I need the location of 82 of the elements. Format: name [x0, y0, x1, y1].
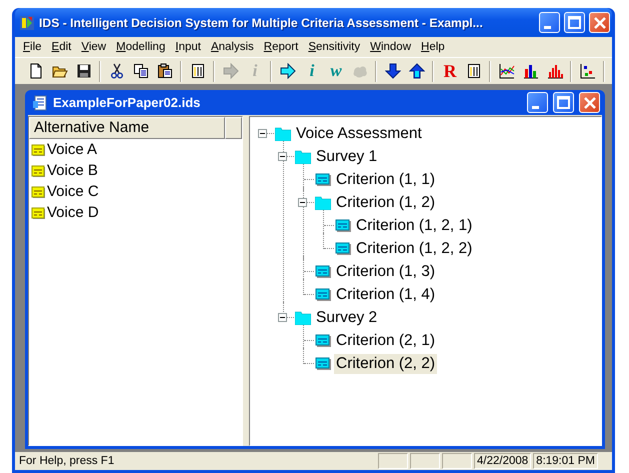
- folder-icon: [315, 195, 331, 210]
- toolbar-button[interactable]: R: [438, 60, 462, 82]
- folder-icon: [275, 126, 291, 141]
- document-title: ExampleForPaper02.ids: [53, 95, 202, 110]
- app-icon: [19, 14, 35, 30]
- menu-item[interactable]: Window: [365, 39, 416, 55]
- criterion-icon: [315, 172, 331, 187]
- tree-item[interactable]: Criterion (2, 1): [334, 330, 438, 350]
- scatter-plot-icon: [580, 63, 596, 79]
- collapse-toggle[interactable]: [278, 152, 287, 161]
- maximize-button[interactable]: [553, 92, 574, 113]
- tree-item[interactable]: Survey 2: [314, 308, 380, 328]
- clipboard-icon: [157, 63, 173, 79]
- menu-item[interactable]: File: [18, 39, 47, 55]
- folder-icon: [295, 310, 311, 325]
- copy-icon: [133, 63, 149, 79]
- arrow-down-icon: [385, 63, 401, 79]
- criterion-icon: [315, 287, 331, 302]
- minimize-button[interactable]: [539, 12, 560, 33]
- tree-item[interactable]: Survey 1: [314, 146, 380, 166]
- close-icon: [584, 96, 596, 108]
- menu-item[interactable]: Help: [416, 39, 450, 55]
- alternative-name[interactable]: Voice C: [47, 183, 99, 200]
- tree-item[interactable]: Criterion (1, 2, 1): [354, 216, 474, 236]
- criterion-icon: [315, 264, 331, 279]
- bar-chart-icon: [523, 63, 539, 79]
- alternative-icon: [31, 184, 46, 198]
- minimize-button[interactable]: [527, 92, 548, 113]
- status-date: 4/22/2008: [474, 453, 532, 469]
- collapse-toggle[interactable]: [278, 313, 287, 322]
- alternative-name[interactable]: Voice B: [47, 162, 98, 179]
- line-chart-icon: [499, 63, 515, 79]
- close-button[interactable]: [579, 92, 600, 113]
- close-icon: [594, 16, 606, 28]
- document-icon: [190, 63, 206, 79]
- menu-item[interactable]: Edit: [46, 39, 76, 55]
- alternative-icon: [31, 164, 46, 178]
- maximize-icon: [557, 96, 570, 109]
- tree-item[interactable]: Criterion (2, 2): [334, 354, 438, 374]
- status-pane: [442, 453, 472, 469]
- tree-item[interactable]: Criterion (1, 3): [334, 262, 438, 282]
- menu-item[interactable]: Input: [170, 39, 206, 55]
- status-time: 8:19:01 PM: [533, 453, 598, 469]
- criterion-icon: [335, 218, 351, 233]
- minimize-icon: [544, 26, 551, 28]
- tree-item[interactable]: Criterion (1, 4): [334, 284, 438, 304]
- tree-item[interactable]: Criterion (1, 2, 2): [354, 238, 474, 258]
- tree-item[interactable]: Criterion (1, 2): [334, 192, 438, 212]
- window-title: IDS - Intelligent Decision System for Multiple Criteria Assessment - Exampl...: [39, 16, 484, 30]
- status-pane: [378, 453, 408, 469]
- arrow-right-icon: [223, 63, 239, 79]
- folder-icon: [295, 149, 311, 164]
- status-message: For Help, press F1: [18, 455, 116, 467]
- maximize-icon: [568, 16, 581, 29]
- menu-item[interactable]: Report: [258, 39, 304, 55]
- alternative-icon: [31, 142, 46, 156]
- criterion-icon: [335, 241, 351, 256]
- scissors-icon: [109, 63, 125, 79]
- menu-item[interactable]: View: [76, 39, 112, 55]
- alternative-name[interactable]: Voice A: [47, 141, 98, 158]
- maximize-button[interactable]: [564, 12, 585, 33]
- menu-item[interactable]: Modelling: [111, 39, 170, 55]
- tree-item[interactable]: Criterion (1, 1): [334, 170, 438, 190]
- status-pane: [410, 453, 440, 469]
- arrow-right-icon: [280, 63, 296, 79]
- document-icon: [466, 63, 482, 79]
- alternative-name[interactable]: Voice D: [47, 204, 99, 221]
- document-icon: [32, 94, 48, 110]
- collapse-toggle[interactable]: [298, 198, 307, 207]
- arrow-up-icon: [409, 63, 425, 79]
- close-button[interactable]: [589, 12, 610, 33]
- menu-item[interactable]: Analysis: [206, 39, 259, 55]
- new-file-icon: [28, 63, 44, 79]
- column-header[interactable]: Alternative Name: [29, 117, 225, 139]
- menu-item[interactable]: Sensitivity: [303, 39, 366, 55]
- criterion-icon: [315, 333, 331, 348]
- criterion-icon: [315, 356, 331, 371]
- alternative-icon: [31, 206, 46, 220]
- collapse-toggle[interactable]: [258, 129, 267, 138]
- tree-item[interactable]: Voice Assessment: [294, 124, 424, 144]
- minimize-icon: [532, 106, 539, 108]
- histogram-icon: [547, 63, 563, 79]
